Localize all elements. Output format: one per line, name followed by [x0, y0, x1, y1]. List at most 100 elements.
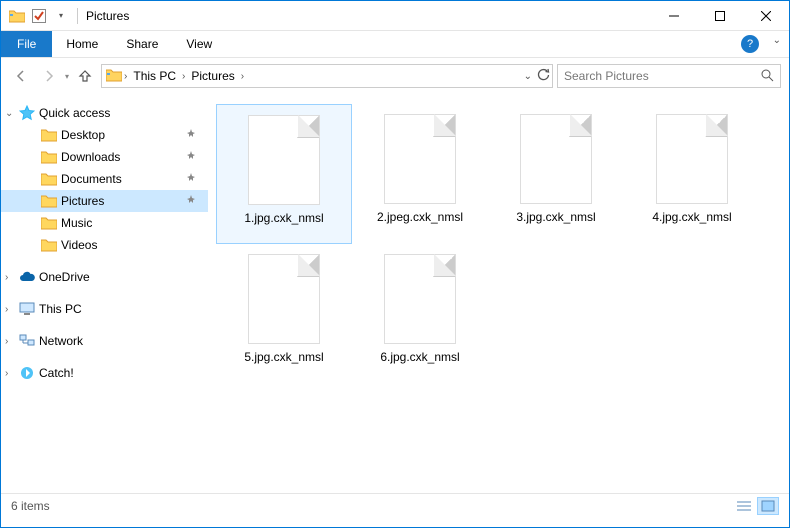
close-button[interactable]: [743, 1, 789, 31]
chevron-right-icon[interactable]: ›: [182, 71, 185, 82]
navigation-pane: ⌄ Quick access Desktop Downloads Documents…: [1, 94, 208, 493]
file-thumbnail: [384, 114, 456, 204]
pin-icon: [186, 129, 196, 142]
file-name-label: 5.jpg.cxk_nmsl: [244, 350, 323, 364]
sidebar-item-videos[interactable]: Videos: [1, 234, 208, 256]
catch-icon: [19, 365, 35, 381]
chevron-down-icon[interactable]: ▾: [53, 8, 69, 24]
file-item[interactable]: 4.jpg.cxk_nmsl: [624, 104, 760, 244]
sidebar-item-desktop[interactable]: Desktop: [1, 124, 208, 146]
sidebar-quick-access[interactable]: ⌄ Quick access: [1, 102, 208, 124]
window-controls: [651, 1, 789, 31]
recent-locations-icon[interactable]: ▾: [65, 72, 69, 81]
sidebar-item-label: Catch!: [39, 366, 74, 380]
file-thumbnail: [656, 114, 728, 204]
sidebar-item-downloads[interactable]: Downloads: [1, 146, 208, 168]
sidebar-catch[interactable]: › Catch!: [1, 362, 208, 384]
file-item[interactable]: 6.jpg.cxk_nmsl: [352, 244, 488, 384]
sidebar-item-label: Documents: [61, 172, 122, 186]
file-name-label: 6.jpg.cxk_nmsl: [380, 350, 459, 364]
main-area: ⌄ Quick access Desktop Downloads Documents…: [1, 94, 789, 493]
sidebar-item-label: Music: [61, 216, 92, 230]
file-tab[interactable]: File: [1, 31, 52, 57]
file-name-label: 1.jpg.cxk_nmsl: [244, 211, 323, 225]
details-view-button[interactable]: [733, 497, 755, 515]
expand-ribbon-icon[interactable]: ⌄: [773, 35, 781, 46]
tab-share[interactable]: Share: [112, 31, 172, 57]
file-thumbnail: [520, 114, 592, 204]
expand-icon[interactable]: ›: [5, 336, 15, 347]
folder-icon: [41, 149, 57, 165]
sidebar-onedrive[interactable]: › OneDrive: [1, 266, 208, 288]
file-grid[interactable]: 1.jpg.cxk_nmsl 2.jpeg.cxk_nmsl 3.jpg.cxk_n…: [208, 94, 789, 493]
navigation-bar: ▾ › This PC › Pictures › ⌄ Search Pictur…: [1, 58, 789, 94]
tab-view[interactable]: View: [172, 31, 226, 57]
folder-icon: [9, 8, 25, 24]
file-item[interactable]: 5.jpg.cxk_nmsl: [216, 244, 352, 384]
sidebar-item-music[interactable]: Music: [1, 212, 208, 234]
sidebar-item-label: This PC: [39, 302, 82, 316]
expand-icon[interactable]: ›: [5, 368, 15, 379]
pin-icon: [186, 195, 196, 208]
sidebar-item-label: Network: [39, 334, 83, 348]
breadcrumb-this-pc[interactable]: This PC: [129, 69, 180, 83]
divider: [77, 8, 78, 24]
sidebar-item-documents[interactable]: Documents: [1, 168, 208, 190]
address-bar[interactable]: › This PC › Pictures › ⌄: [101, 64, 553, 88]
sidebar-item-label: Quick access: [39, 106, 110, 120]
search-icon[interactable]: [760, 68, 774, 85]
view-switcher: [733, 497, 779, 515]
file-thumbnail: [384, 254, 456, 344]
breadcrumb-label: This PC: [133, 69, 176, 83]
ribbon-tabs: File Home Share View ⌄ ?: [1, 31, 789, 58]
sidebar-item-pictures[interactable]: Pictures: [1, 190, 208, 212]
file-thumbnail: [248, 254, 320, 344]
quick-access-toolbar: ▾: [9, 8, 69, 24]
star-icon: [19, 105, 35, 121]
expand-icon[interactable]: ›: [5, 272, 15, 283]
breadcrumb-label: Pictures: [191, 69, 234, 83]
file-name-label: 2.jpeg.cxk_nmsl: [377, 210, 463, 224]
chevron-right-icon[interactable]: ›: [124, 71, 127, 82]
up-button[interactable]: [73, 64, 97, 88]
collapse-icon[interactable]: ⌄: [5, 108, 15, 119]
window-title: Pictures: [86, 9, 129, 23]
sidebar-network[interactable]: › Network: [1, 330, 208, 352]
pin-icon: [186, 173, 196, 186]
sidebar-item-label: Downloads: [61, 150, 120, 164]
status-bar: 6 items: [1, 493, 789, 517]
folder-icon: [106, 68, 122, 85]
sidebar-item-label: OneDrive: [39, 270, 90, 284]
onedrive-icon: [19, 269, 35, 285]
folder-icon: [41, 127, 57, 143]
pin-icon: [186, 151, 196, 164]
sidebar-this-pc[interactable]: › This PC: [1, 298, 208, 320]
this-pc-icon: [19, 301, 35, 317]
search-placeholder: Search Pictures: [564, 69, 649, 83]
search-input[interactable]: Search Pictures: [557, 64, 781, 88]
file-item[interactable]: 2.jpeg.cxk_nmsl: [352, 104, 488, 244]
refresh-icon[interactable]: [536, 68, 550, 85]
forward-button[interactable]: [37, 64, 61, 88]
sidebar-item-label: Pictures: [61, 194, 104, 208]
help-icon[interactable]: ?: [741, 35, 759, 53]
properties-checkbox-icon[interactable]: [31, 8, 47, 24]
folder-icon: [41, 215, 57, 231]
item-count-label: 6 items: [11, 499, 50, 513]
tab-home[interactable]: Home: [52, 31, 112, 57]
back-button[interactable]: [9, 64, 33, 88]
file-item[interactable]: 3.jpg.cxk_nmsl: [488, 104, 624, 244]
breadcrumb-pictures[interactable]: Pictures: [187, 69, 238, 83]
maximize-button[interactable]: [697, 1, 743, 31]
chevron-right-icon[interactable]: ›: [241, 71, 244, 82]
file-item[interactable]: 1.jpg.cxk_nmsl: [216, 104, 352, 244]
folder-icon: [41, 237, 57, 253]
minimize-button[interactable]: [651, 1, 697, 31]
network-icon: [19, 333, 35, 349]
sidebar-item-label: Desktop: [61, 128, 105, 142]
file-thumbnail: [248, 115, 320, 205]
expand-icon[interactable]: ›: [5, 304, 15, 315]
thumbnails-view-button[interactable]: [757, 497, 779, 515]
address-dropdown-icon[interactable]: ⌄: [524, 71, 532, 82]
file-name-label: 4.jpg.cxk_nmsl: [652, 210, 731, 224]
